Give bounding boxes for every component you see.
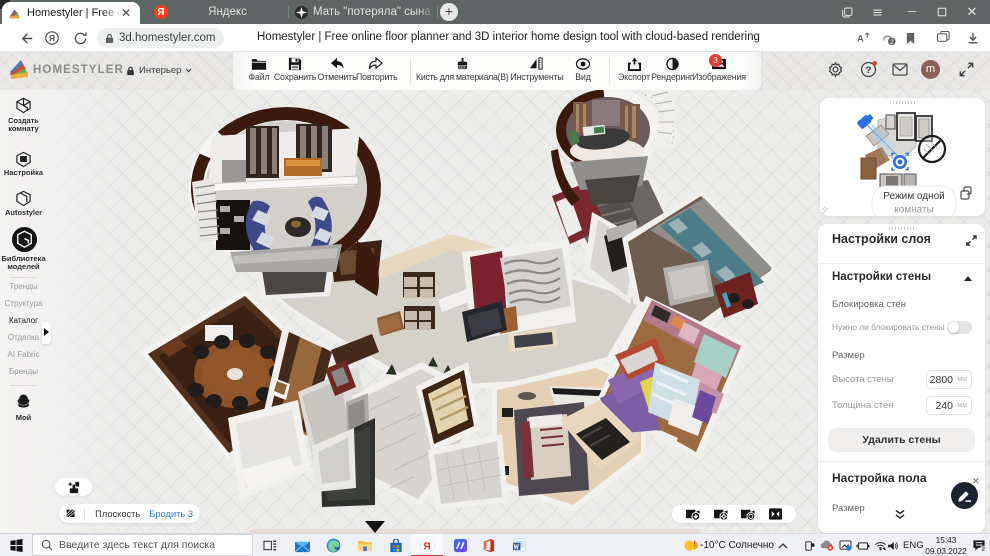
svg-text:Режим одной: Режим одной xyxy=(883,191,944,202)
svg-text:!: ! xyxy=(693,539,696,548)
svg-text:2: 2 xyxy=(890,38,894,45)
svg-text:Я: Я xyxy=(49,34,55,43)
svg-text:A: A xyxy=(856,33,863,43)
svg-text:Я: Я xyxy=(423,541,430,552)
svg-text:?: ? xyxy=(866,65,872,76)
svg-text:комнаты: комнаты xyxy=(894,205,934,216)
